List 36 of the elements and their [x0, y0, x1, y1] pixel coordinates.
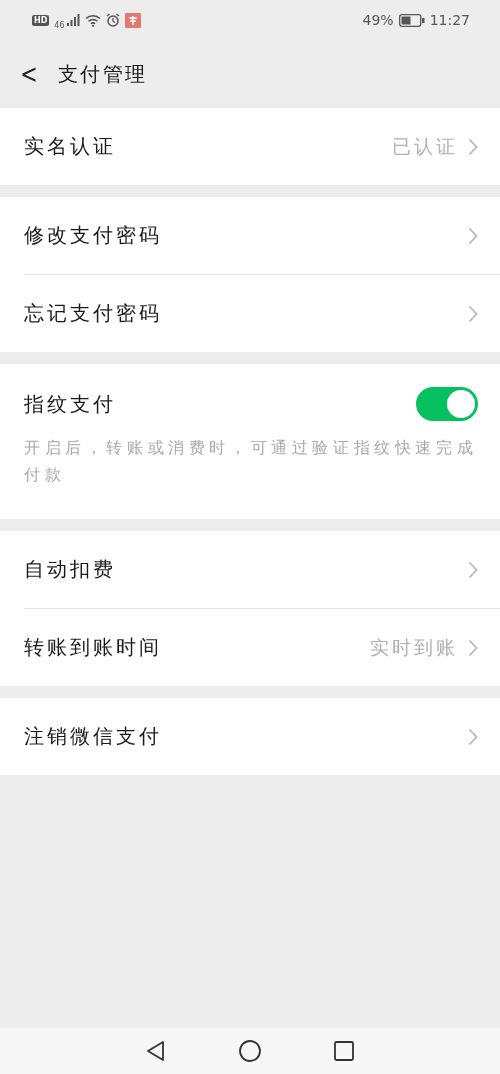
row-label: 修改支付密码: [24, 222, 162, 249]
network-label: 46: [54, 20, 65, 30]
chevron-right-icon: [468, 560, 478, 579]
row-label: 自动扣费: [24, 556, 116, 583]
row-label: 注销微信支付: [24, 723, 162, 750]
chevron-right-icon: [468, 137, 478, 156]
row-label: 实名认证: [24, 133, 116, 160]
row-label: 转账到账时间: [24, 634, 162, 661]
row-description: 开启后，转账或消费时，可通过验证指纹快速完成付款: [24, 438, 479, 486]
row-value: 实时到账: [370, 634, 458, 660]
toggle-switch[interactable]: [416, 387, 478, 421]
battery-icon: [398, 13, 425, 27]
signal-icon: [65, 14, 80, 26]
wifi-icon: [84, 13, 101, 27]
back-button[interactable]: <: [17, 59, 41, 89]
alarm-icon: [105, 13, 120, 27]
settings-row[interactable]: 转账到账时间 实时到账: [24, 608, 500, 686]
hd-icon: HD: [32, 14, 50, 26]
chevron-right-icon: [468, 226, 478, 245]
chevron-right-icon: [468, 727, 478, 746]
settings-row[interactable]: 自动扣费: [24, 531, 500, 608]
chevron-right-icon: [468, 638, 478, 657]
page-title: 支付管理: [57, 60, 148, 88]
home-circle-icon[interactable]: [238, 1039, 262, 1063]
chevron-right-icon: [468, 304, 478, 323]
settings-row[interactable]: 忘记支付密码: [24, 274, 500, 352]
recents-square-icon[interactable]: [332, 1040, 355, 1062]
settings-row[interactable]: 实名认证 已认证: [24, 108, 500, 185]
row-value: 已认证: [392, 133, 458, 159]
clock-time: 11:27: [429, 12, 470, 28]
row-label: 指纹支付: [24, 390, 116, 418]
app-notification-icon: [124, 12, 141, 28]
row-label: 忘记支付密码: [24, 300, 162, 327]
settings-row[interactable]: 注销微信支付: [24, 698, 500, 775]
settings-row[interactable]: 修改支付密码: [24, 197, 500, 274]
battery-percent: 49%: [362, 12, 394, 28]
